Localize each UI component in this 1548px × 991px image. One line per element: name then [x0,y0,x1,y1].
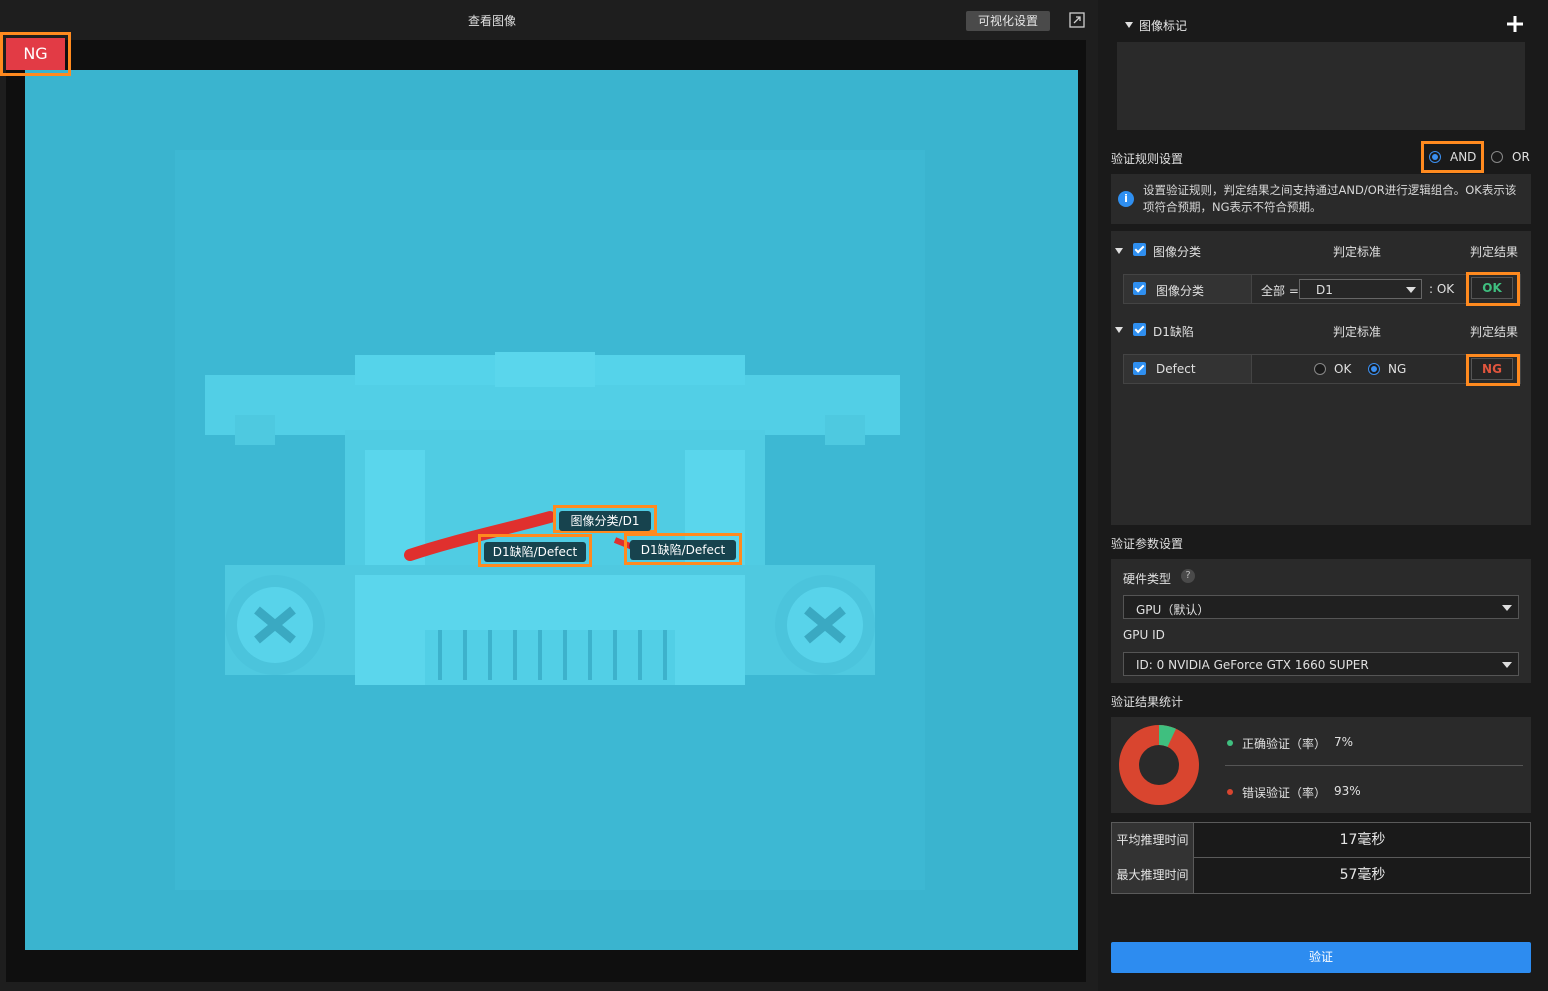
or-radio[interactable] [1491,151,1503,163]
param-settings-title: 验证参数设置 [1111,537,1184,551]
visualization-settings-button[interactable]: 可视化设置 [966,11,1050,31]
viewer-toolbar: 查看图像 可视化设置 [0,0,1098,40]
ok-suffix: : OK [1429,282,1455,296]
max-time-label: 最大推理时间 [1112,858,1194,893]
rule-checkbox[interactable] [1133,282,1146,295]
result-highlight: OK [1466,272,1520,306]
hardware-type-value: GPU（默认） [1136,603,1210,617]
collapse-caret-icon[interactable] [1115,327,1123,333]
plus-icon[interactable] [1506,15,1524,33]
image-viewer-panel: 查看图像 可视化设置 NG 图像分类/D1 D1缺陷/Defect D1缺陷/D… [0,0,1098,991]
result-highlight: NG [1466,354,1520,386]
ng-result-badge: NG [6,38,65,70]
table-row: 最大推理时间 57毫秒 [1112,858,1530,893]
avg-time-value: 17毫秒 [1339,832,1386,848]
criteria-header: 判定标准 [1333,325,1382,339]
classification-tag[interactable]: 图像分类/D1 [559,511,651,531]
tag-highlight: 图像分类/D1 [553,505,657,533]
criteria-header: 判定标准 [1333,245,1382,259]
chevron-down-icon [1502,662,1512,668]
ng-radio[interactable] [1368,363,1380,375]
inspection-image [25,70,1078,950]
group-name: D1缺陷 [1153,325,1194,339]
correct-legend-dot [1227,740,1233,746]
collapse-caret-icon[interactable] [1125,22,1133,28]
defect-tag[interactable]: D1缺陷/Defect [630,540,736,560]
class-dropdown-value: D1 [1316,283,1333,297]
param-panel: 硬件类型 ? GPU（默认） GPU ID ID: 0 NVIDIA GeFor… [1111,559,1531,683]
rule-row-name-cell: Defect [1124,355,1252,383]
image-mark-list [1117,42,1525,130]
wrong-value: 93% [1334,784,1361,798]
info-icon: i [1118,191,1134,207]
max-time-value: 57毫秒 [1339,867,1386,883]
hardware-type-label: 硬件类型 [1123,572,1172,586]
wrong-label: 错误验证（率） [1242,786,1327,800]
ng-result: NG [1471,358,1513,380]
collapse-caret-icon[interactable] [1115,248,1123,254]
rule-row-name-cell: 图像分类 [1124,275,1252,303]
group-name: 图像分类 [1153,245,1202,259]
connector-image-graphic [25,70,1078,950]
viewer-title: 查看图像 [467,14,516,28]
chevron-down-icon [1406,287,1416,293]
gpu-id-label: GPU ID [1123,628,1165,642]
correct-value: 7% [1334,735,1354,749]
settings-panel: 图像标记 验证规则设置 AND OR i 设置验证规则，判定结果之间支持通过AN… [1098,0,1548,991]
ok-option-label: OK [1334,362,1352,376]
result-header: 判定结果 [1470,245,1519,259]
result-stats-panel: 正确验证（率） 7% 错误验证（率） 93% [1111,717,1531,813]
group-checkbox[interactable] [1133,243,1146,256]
rule-row: Defect OK NG [1123,354,1521,384]
result-stats-title: 验证结果统计 [1111,695,1184,709]
rule-name: Defect [1156,362,1196,376]
ng-option-label: NG [1388,362,1407,376]
defect-tag[interactable]: D1缺陷/Defect [484,542,586,562]
info-box: i 设置验证规则，判定结果之间支持通过AND/OR进行逻辑组合。OK表示该项符合… [1111,174,1531,224]
timing-table: 平均推理时间 17毫秒 最大推理时间 57毫秒 [1111,822,1531,894]
info-text: 设置验证规则，判定结果之间支持通过AND/OR进行逻辑组合。OK表示该项符合预期… [1143,183,1517,214]
ok-result: OK [1471,277,1513,299]
image-mark-title: 图像标记 [1139,19,1188,33]
help-icon[interactable]: ? [1181,569,1195,583]
rules-panel: 图像分类 判定标准 判定结果 图像分类 全部 = D1 : OK OK D1缺陷… [1111,231,1531,525]
gpu-id-value: ID: 0 NVIDIA GeForce GTX 1660 SUPER [1136,658,1369,672]
rule-settings-title: 验证规则设置 [1111,152,1184,166]
correct-label: 正确验证（率） [1242,737,1327,751]
expand-icon[interactable] [1069,12,1085,28]
tag-highlight: D1缺陷/Defect [478,534,592,567]
rule-name: 图像分类 [1156,284,1205,298]
verify-button[interactable]: 验证 [1111,942,1531,973]
group-checkbox[interactable] [1133,323,1146,336]
rule-row: 图像分类 全部 = D1 : OK [1123,274,1521,304]
ok-radio[interactable] [1314,363,1326,375]
class-dropdown[interactable]: D1 [1299,279,1422,299]
tag-highlight: D1缺陷/Defect [624,533,742,565]
all-equals-label: 全部 = [1261,284,1299,298]
or-label: OR [1512,150,1530,164]
hardware-type-select[interactable]: GPU（默认） [1123,595,1519,619]
and-radio[interactable] [1429,151,1441,163]
table-row: 平均推理时间 17毫秒 [1112,823,1530,858]
result-donut-chart [1119,725,1199,805]
wrong-legend-dot [1227,789,1233,795]
result-header: 判定结果 [1470,325,1519,339]
result-badge-highlight: NG [0,32,71,76]
avg-time-label: 平均推理时间 [1112,823,1194,858]
and-label: AND [1450,150,1477,164]
gpu-id-select[interactable]: ID: 0 NVIDIA GeForce GTX 1660 SUPER [1123,652,1519,676]
chevron-down-icon [1502,605,1512,611]
rule-checkbox[interactable] [1133,362,1146,375]
divider [1225,765,1523,766]
